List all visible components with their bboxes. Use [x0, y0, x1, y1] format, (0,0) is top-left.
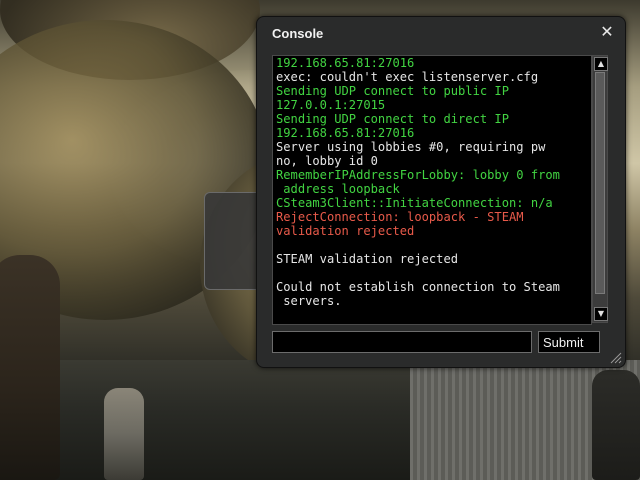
console-scrollbar[interactable]: ▲ ▼: [592, 55, 608, 323]
console-line: validation rejected: [276, 224, 415, 238]
console-line: servers.: [276, 294, 342, 308]
console-line: 192.168.65.81:27016: [276, 126, 415, 140]
console-line: 127.0.0.1:27015: [276, 98, 386, 112]
zombie-figure: [104, 388, 144, 480]
console-line: Could not establish connection to Steam: [276, 280, 560, 294]
close-icon[interactable]: ✕: [599, 24, 615, 40]
console-output[interactable]: 192.168.65.81:27016 exec: couldn't exec l…: [272, 55, 592, 325]
console-line: STEAM validation rejected: [276, 252, 459, 266]
console-line: no, lobby id 0: [276, 154, 378, 168]
survivor-figure-left: [0, 255, 60, 480]
console-line: Server using lobbies #0, requiring pw: [276, 140, 546, 154]
resize-grip-icon[interactable]: [608, 350, 622, 364]
console-line: Sending UDP connect to public IP: [276, 84, 509, 98]
console-window: Console ✕ 192.168.65.81:27016 exec: could…: [256, 16, 626, 368]
scroll-down-icon[interactable]: ▼: [594, 307, 608, 321]
submit-button[interactable]: Submit: [538, 331, 600, 353]
console-title: Console: [272, 26, 324, 41]
command-input[interactable]: [272, 331, 532, 353]
scroll-thumb[interactable]: [595, 72, 605, 294]
console-line: CSteam3Client::InitiateConnection: n/a: [276, 196, 553, 210]
console-line: 192.168.65.81:27016: [276, 56, 415, 70]
console-line: address loopback: [276, 182, 400, 196]
console-line: exec: couldn't exec listenserver.cfg: [276, 70, 539, 84]
console-line: RememberIPAddressForLobby: lobby 0 from: [276, 168, 560, 182]
console-line: Sending UDP connect to direct IP: [276, 112, 509, 126]
console-line: RejectConnection: loopback - STEAM: [276, 210, 524, 224]
scroll-up-icon[interactable]: ▲: [594, 57, 608, 71]
console-lines: 192.168.65.81:27016 exec: couldn't exec l…: [276, 56, 589, 308]
figure-right: [592, 370, 640, 480]
